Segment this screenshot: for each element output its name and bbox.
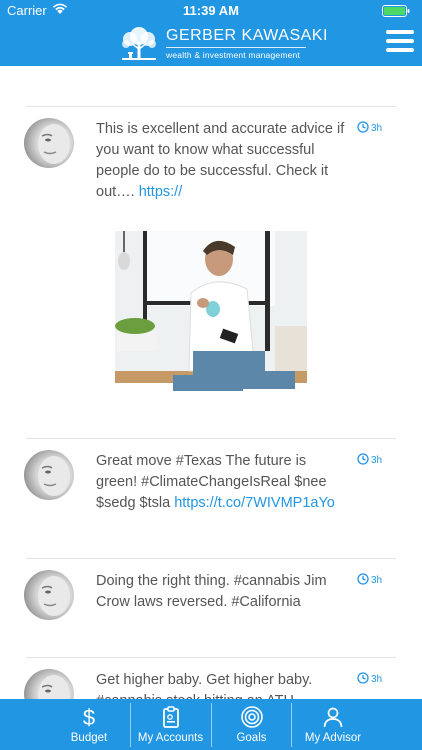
brand-name: GERBER KAWASAKI [166,27,328,44]
news-feed[interactable]: This is excellent and accurate advice if… [0,66,422,699]
avatar [24,118,74,168]
tree-logo-icon [122,27,156,60]
tab-my-advisor[interactable]: My Advisor [292,699,374,750]
tab-label: Budget [70,732,108,744]
menu-line [386,48,414,52]
tab-goals[interactable]: Goals [212,699,291,750]
post-time: 3h [357,453,382,466]
feed-post[interactable]: Great move #Texas The future is green! #… [0,439,422,558]
post-text: Doing the right thing. #cannabis Jim Cro… [96,571,346,613]
tab-label: My Advisor [304,732,362,744]
menu-line [386,39,414,43]
post-body: Get higher baby. Get higher baby. #canna… [96,672,313,699]
brand-divider [166,47,306,48]
brand-tagline: wealth & investment management [166,50,301,60]
svg-text:$: $ [83,705,95,729]
clock-icon [357,121,369,133]
clock-icon [357,573,369,585]
post-link[interactable]: https:// [139,184,183,200]
post-time: 3h [357,672,382,685]
menu-line [386,30,414,34]
tab-label: My Accounts [137,732,204,744]
bottom-tab-bar: $ Budget My Accounts Goals My Advisor [0,699,422,750]
post-time: 3h [357,573,382,586]
tab-budget[interactable]: $ Budget [48,699,130,750]
feed-post[interactable]: Doing the right thing. #cannabis Jim Cro… [0,559,422,657]
clipboard-icon [131,705,210,729]
feed-post[interactable]: This is excellent and accurate advice if… [0,107,422,438]
status-time: 11:39 AM [183,3,239,18]
hamburger-menu-icon[interactable] [386,30,414,54]
target-icon [212,705,291,729]
tab-my-accounts[interactable]: My Accounts [131,699,210,750]
post-time-label: 3h [371,674,383,685]
avatar [24,669,74,699]
person-icon [292,705,374,729]
post-text: This is excellent and accurate advice if… [96,119,346,203]
avatar [24,570,74,620]
feed-post[interactable]: Get higher baby. Get higher baby. #canna… [0,658,422,699]
post-body: This is excellent and accurate advice if… [96,121,345,200]
avatar [24,450,74,500]
post-text: Get higher baby. Get higher baby. #canna… [96,670,346,699]
clock-icon [357,672,369,684]
post-time-label: 3h [371,455,383,466]
post-time: 3h [357,121,382,134]
app-header: Carrier 11:39 AM GERBER KAWASAKI wealth … [0,0,422,66]
post-link[interactable]: https://t.co/7WIVMP1aYo [174,495,335,511]
status-bar: Carrier 11:39 AM [0,0,422,22]
dollar-icon: $ [48,705,130,730]
post-body: Doing the right thing. #cannabis Jim Cro… [96,573,327,610]
post-time-label: 3h [371,575,383,586]
battery-icon [382,5,410,17]
post-text: Great move #Texas The future is green! #… [96,451,346,514]
post-image[interactable] [115,231,307,422]
brand-logo: GERBER KAWASAKI wealth & investment mana… [118,24,327,64]
clock-icon [357,453,369,465]
post-time-label: 3h [371,123,383,134]
tab-label: Goals [236,732,267,744]
